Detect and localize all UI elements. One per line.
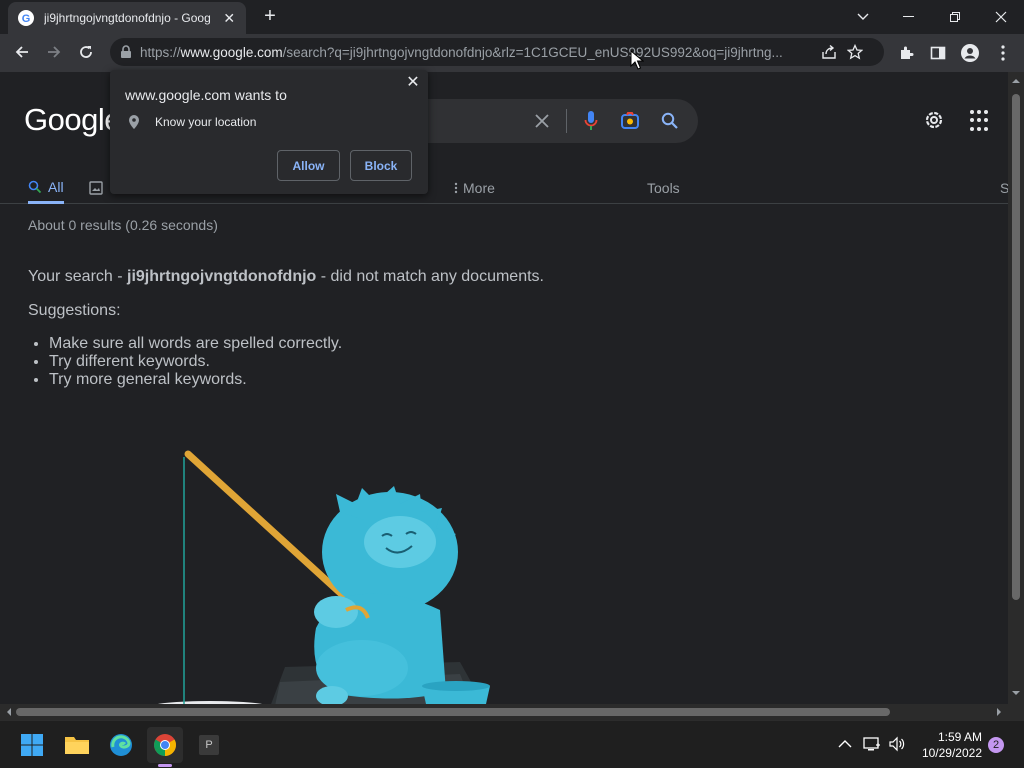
search-icon (28, 180, 42, 193)
notification-badge[interactable]: 2 (988, 737, 1004, 753)
clock-time: 1:59 AM (937, 730, 982, 744)
tab-bar: G ji9jhrtngojvngtdonofdnjo - Goog ✕ + (0, 0, 1024, 34)
windows-taskbar: P 1:59 AM 10/29/2022 2 (0, 720, 1024, 768)
allow-button[interactable]: Allow (277, 150, 340, 181)
browser-menu-icon[interactable] (990, 40, 1016, 66)
google-logo[interactable]: Google (24, 102, 121, 138)
search-icon[interactable] (658, 109, 682, 133)
lock-icon[interactable] (118, 44, 134, 60)
tab-tools[interactable]: Tools (647, 172, 680, 204)
scroll-up-arrow-icon[interactable] (1008, 74, 1024, 88)
pinned-app-letter: P (199, 735, 219, 755)
clear-search-icon[interactable] (530, 109, 554, 133)
tab-close-icon[interactable]: ✕ (222, 10, 236, 27)
horizontal-scrollbar[interactable] (0, 704, 1008, 720)
location-pin-icon (129, 115, 139, 129)
search-query: ji9jhrtngojvngtdonofdnjo (127, 268, 317, 285)
windows-start-icon[interactable] (14, 727, 50, 763)
address-bar[interactable]: https://www.google.com/search?q=ji9jhrtn… (110, 38, 884, 66)
edge-browser-icon[interactable] (103, 727, 139, 763)
bookmark-star-icon[interactable] (842, 39, 868, 65)
suggestions-heading: Suggestions: (28, 302, 121, 319)
settings-gear-icon[interactable] (922, 108, 946, 132)
search-box-divider (566, 109, 567, 133)
permission-close-icon[interactable]: ✕ (404, 74, 422, 92)
permission-title: www.google.com wants to (125, 87, 287, 103)
active-app-indicator (158, 764, 172, 767)
location-permission-popup: www.google.com wants to ✕ Know your loca… (110, 70, 428, 194)
mouse-cursor-icon (630, 50, 644, 70)
forward-icon[interactable] (39, 37, 69, 67)
tab-search-chevron-icon[interactable] (840, 0, 886, 34)
show-hidden-icons-chevron-icon[interactable] (834, 733, 856, 755)
vertical-scrollbar[interactable] (1008, 72, 1024, 704)
list-item: Try more general keywords. (49, 371, 342, 389)
browser-tab[interactable]: G ji9jhrtngojvngtdonofdnjo - Goog ✕ (8, 2, 246, 34)
vertical-scrollbar-thumb[interactable] (1012, 94, 1020, 600)
list-item: Try different keywords. (49, 353, 342, 371)
window-close-icon[interactable] (978, 0, 1024, 34)
profile-avatar-icon[interactable] (957, 40, 983, 66)
volume-icon[interactable] (886, 733, 908, 755)
file-explorer-icon[interactable] (59, 727, 95, 763)
back-icon[interactable] (7, 37, 37, 67)
new-tab-button[interactable]: + (258, 4, 282, 28)
suggestions-list: Make sure all words are spelled correctl… (49, 335, 342, 389)
scroll-right-arrow-icon[interactable] (992, 704, 1006, 720)
tab-images[interactable] (89, 172, 103, 204)
permission-request-text: Know your location (155, 115, 257, 129)
side-panel-icon[interactable] (925, 40, 951, 66)
tab-all[interactable]: All (28, 172, 64, 204)
share-icon[interactable] (816, 39, 842, 65)
restore-icon[interactable] (932, 0, 978, 34)
pinned-app-icon[interactable]: P (191, 727, 227, 763)
google-favicon-icon: G (18, 10, 34, 26)
extensions-icon[interactable] (893, 40, 919, 66)
more-vertical-icon (454, 182, 458, 194)
tab-title: ji9jhrtngojvngtdonofdnjo - Goog (44, 11, 211, 25)
no-results-message: Your search - ji9jhrtngojvngtdonofdnjo -… (28, 268, 544, 285)
network-icon[interactable] (861, 733, 883, 755)
voice-search-icon[interactable] (579, 109, 603, 133)
google-apps-grid-icon[interactable] (970, 110, 992, 132)
scroll-down-arrow-icon[interactable] (1008, 686, 1024, 700)
system-clock[interactable]: 1:59 AM 10/29/2022 (914, 729, 982, 761)
reload-icon[interactable] (71, 37, 101, 67)
block-button[interactable]: Block (350, 150, 412, 181)
scroll-left-arrow-icon[interactable] (2, 704, 16, 720)
lens-search-icon[interactable] (618, 109, 642, 133)
svg-text:G: G (22, 13, 31, 24)
image-icon (89, 181, 103, 195)
list-item: Make sure all words are spelled correctl… (49, 335, 342, 353)
clock-date: 10/29/2022 (921, 746, 982, 760)
tab-cut-off[interactable]: S (1000, 172, 1008, 204)
chrome-browser-icon[interactable] (147, 727, 183, 763)
url-text: https://www.google.com/search?q=ji9jhrtn… (140, 44, 783, 60)
tab-more[interactable]: More (454, 172, 495, 204)
horizontal-scrollbar-thumb[interactable] (16, 708, 890, 716)
result-stats: About 0 results (0.26 seconds) (28, 217, 218, 233)
fishing-mascot-illustration (158, 450, 490, 704)
scrollbar-corner (1008, 704, 1024, 720)
minimize-icon[interactable] (886, 0, 932, 34)
